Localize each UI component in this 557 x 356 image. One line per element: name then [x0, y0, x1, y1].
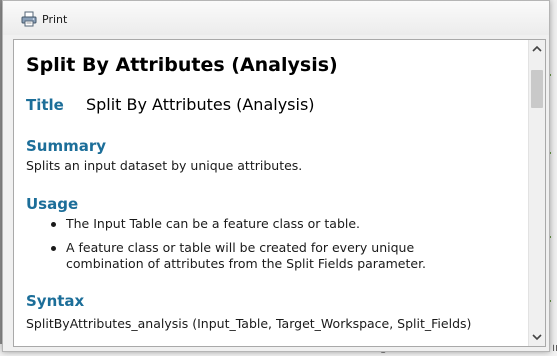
help-content-frame: Split By Attributes (Analysis) Title Spl…	[13, 39, 546, 347]
syntax-text: SplitByAttributes_analysis (Input_Table,…	[26, 316, 472, 331]
summary-heading: Summary	[26, 137, 107, 155]
summary-text: Splits an input dataset by unique attrib…	[26, 158, 303, 173]
chevron-up-icon	[532, 45, 542, 52]
usage-item-text: The Input Table can be a feature class o…	[66, 216, 361, 231]
title-row: Title Split By Attributes (Analysis)	[26, 95, 315, 114]
toolbar: Print	[3, 1, 549, 35]
title-label: Title	[26, 96, 64, 114]
chevron-down-icon	[532, 334, 542, 341]
scroll-down-button[interactable]	[529, 329, 545, 346]
printer-icon	[21, 11, 37, 27]
vertical-scrollbar[interactable]	[528, 40, 545, 346]
scrollbar-thumb[interactable]	[531, 70, 543, 108]
help-window: Print Split By Attributes (Analysis) Tit…	[2, 0, 550, 352]
print-label: Print	[42, 12, 68, 26]
syntax-heading: Syntax	[26, 292, 85, 310]
bullet	[51, 222, 56, 227]
list-item: The Input Table can be a feature class o…	[26, 216, 486, 232]
list-item: A feature class or table will be created…	[26, 240, 486, 272]
page-title: Split By Attributes (Analysis)	[26, 54, 338, 76]
usage-list: The Input Table can be a feature class o…	[26, 216, 486, 272]
scroll-up-button[interactable]	[529, 40, 545, 57]
print-button[interactable]: Print	[21, 10, 67, 28]
title-value: Split By Attributes (Analysis)	[85, 95, 315, 114]
bullet	[51, 246, 56, 251]
usage-item-text: A feature class or table will be created…	[66, 240, 427, 271]
usage-heading: Usage	[26, 195, 79, 213]
